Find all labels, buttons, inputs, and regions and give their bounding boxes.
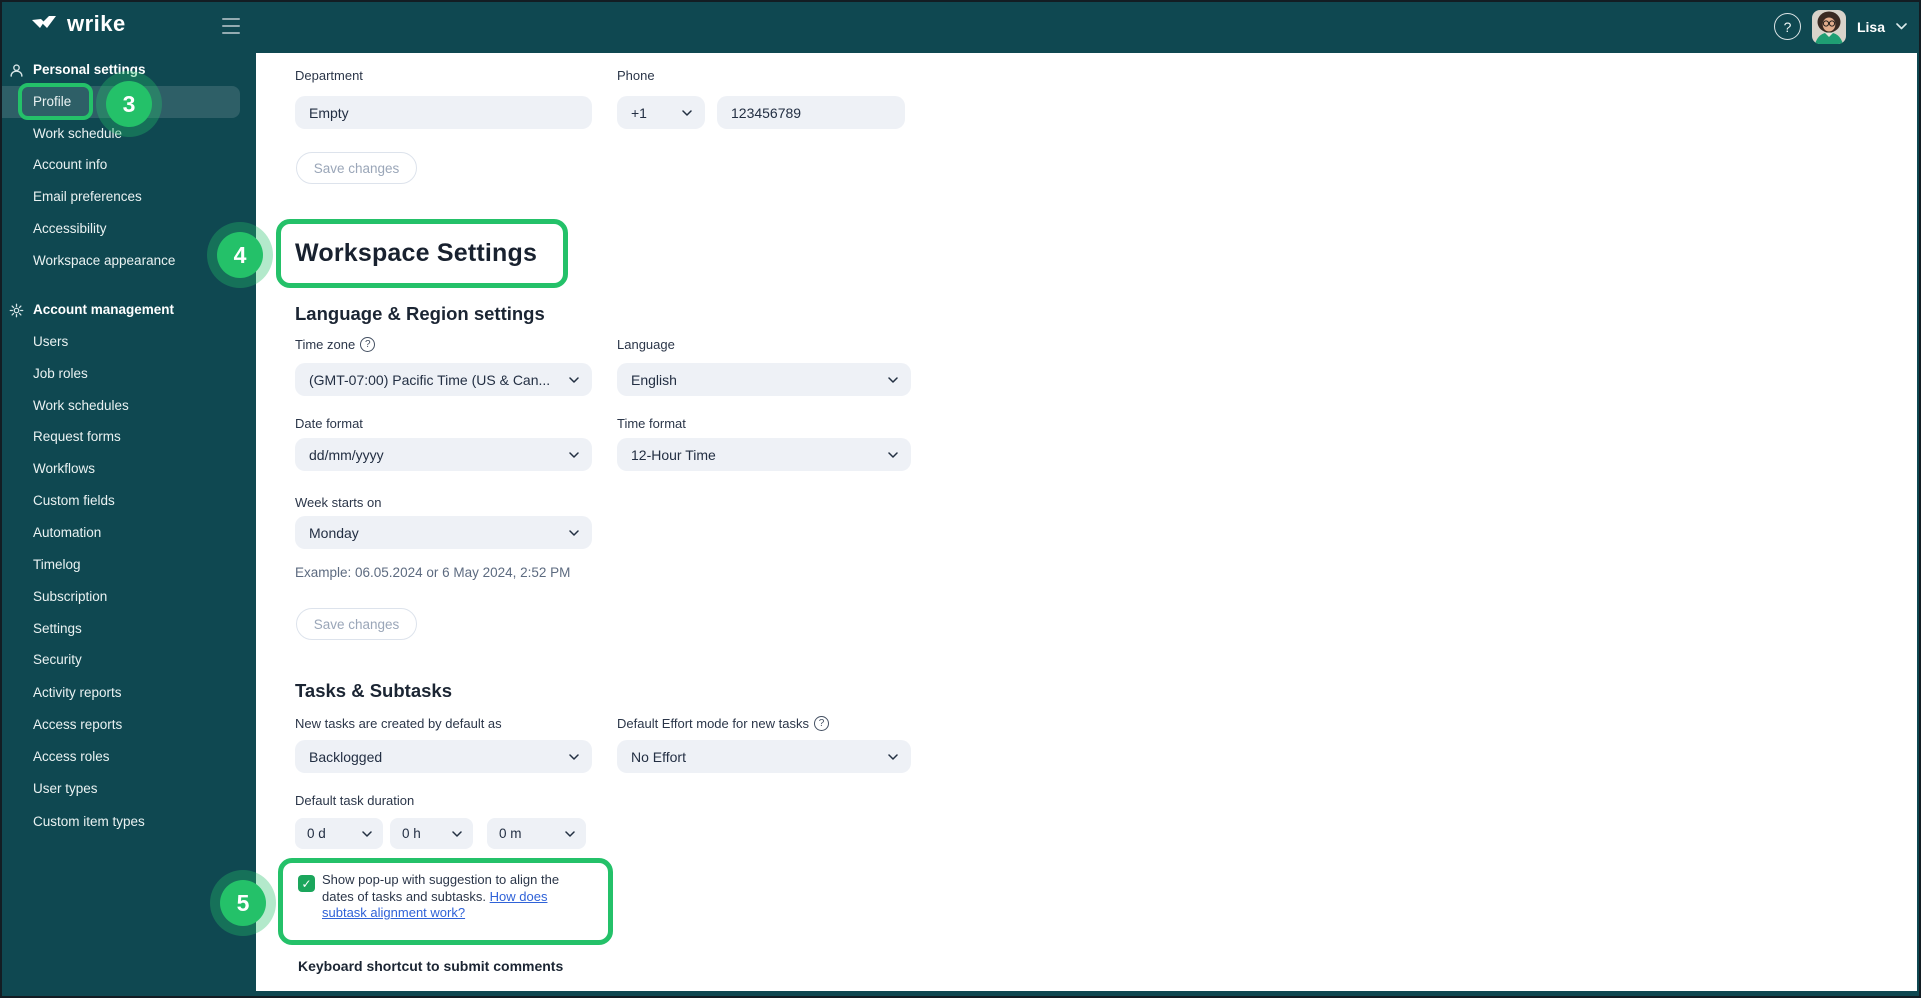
wrike-logo-icon [30,12,60,36]
chevron-down-icon [569,529,579,536]
department-input[interactable] [295,96,592,129]
keyboard-shortcut-label: Keyboard shortcut to submit comments [298,958,564,974]
user-menu-chevron-down-icon[interactable] [1896,23,1907,30]
chevron-down-icon [452,830,462,837]
popup-suggestion-checkbox[interactable]: ✓ [298,875,315,892]
sidebar-item-users[interactable]: Users [0,326,256,358]
week-starts-label: Week starts on [295,495,382,510]
user-name[interactable]: Lisa [1857,19,1885,35]
phone-code-select[interactable]: +1 [617,96,705,129]
profile-save-button[interactable]: Save changes [296,152,417,184]
sidebar-item-automation[interactable]: Automation [0,517,256,549]
language-label: Language [617,337,675,352]
chevron-down-icon [362,830,372,837]
tasks-subtasks-heading: Tasks & Subtasks [295,680,452,701]
department-label: Department [295,68,363,83]
chevron-down-icon [565,830,575,837]
sidebar-item-custom-fields[interactable]: Custom fields [0,485,256,517]
date-format-select[interactable]: dd/mm/yyyy [295,438,592,471]
chevron-down-icon [888,753,898,760]
chevron-down-icon [888,376,898,383]
sidebar-item-settings[interactable]: Settings [0,613,256,645]
sidebar-item-subscription[interactable]: Subscription [0,581,256,613]
sidebar-item-profile[interactable]: Profile [0,86,240,118]
duration-days-select[interactable]: 0 d [295,818,383,849]
sidebar-item-activity-reports[interactable]: Activity reports [0,677,256,709]
week-starts-select[interactable]: Monday [295,516,592,549]
duration-hours-select[interactable]: 0 h [390,818,473,849]
sidebar-item-workspace-appearance[interactable]: Workspace appearance [0,245,256,277]
person-icon [9,54,24,86]
new-tasks-label: New tasks are created by default as [295,716,502,731]
date-format-label: Date format [295,416,363,431]
main-content: Department Phone +1 Save changes Workspa… [256,53,1917,991]
chevron-down-icon [569,376,579,383]
chevron-down-icon [569,753,579,760]
sidebar-item-access-roles[interactable]: Access roles [0,741,256,773]
sidebar-item-security[interactable]: Security [0,644,256,676]
task-duration-label: Default task duration [295,793,415,808]
wrike-logo-text: wrike [67,11,126,36]
time-format-label: Time format [617,416,686,431]
sidebar-item-account-info[interactable]: Account info [0,149,256,181]
language-select[interactable]: English [617,363,911,396]
sidebar-item-job-roles[interactable]: Job roles [0,358,256,390]
sidebar-item-access-reports[interactable]: Access reports [0,709,256,741]
language-region-heading: Language & Region settings [295,303,545,324]
topbar: wrike ? Lisa [0,0,1921,53]
sidebar-item-work-schedules[interactable]: Work schedules [0,390,256,422]
hamburger-menu-icon[interactable] [222,18,242,34]
sidebar-item-workflows[interactable]: Workflows [0,453,256,485]
duration-minutes-select[interactable]: 0 m [487,818,586,849]
sidebar-item-timelog[interactable]: Timelog [0,549,256,581]
popup-suggestion-label: Show pop-up with suggestion to align the… [322,872,560,920]
sidebar-item-user-types[interactable]: User types [0,773,256,805]
date-example-text: Example: 06.05.2024 or 6 May 2024, 2:52 … [295,565,571,580]
gear-icon [9,294,24,326]
sidebar-item-email-preferences[interactable]: Email preferences [0,181,256,213]
effort-mode-help-icon[interactable]: ? [813,716,829,731]
wrike-logo[interactable]: wrike [30,11,126,37]
avatar[interactable] [1811,9,1846,44]
effort-mode-label: Default Effort mode for new tasks ? [617,716,829,731]
chevron-down-icon [888,451,898,458]
time-format-select[interactable]: 12-Hour Time [617,438,911,471]
new-tasks-select[interactable]: Backlogged [295,740,592,773]
sidebar-item-request-forms[interactable]: Request forms [0,421,256,453]
sidebar-section-account-management: Account management [0,294,256,326]
sidebar-item-work-schedule[interactable]: Work schedule [0,118,256,150]
chevron-down-icon [569,451,579,458]
phone-label: Phone [617,68,655,83]
app-window: wrike ? Lisa Personal settings Profile W… [0,0,1921,998]
phone-number-input[interactable] [717,96,905,129]
sidebar: Personal settings Profile Work schedule … [0,53,256,998]
checkmark-icon: ✓ [301,876,312,891]
effort-mode-select[interactable]: No Effort [617,740,911,773]
timezone-select[interactable]: (GMT-07:00) Pacific Time (US & Can... [295,363,592,396]
language-region-save-button[interactable]: Save changes [296,608,417,640]
timezone-label: Time zone ? [295,337,376,352]
sidebar-section-personal-settings: Personal settings [0,54,256,86]
chevron-down-icon [682,109,692,116]
sidebar-item-accessibility[interactable]: Accessibility [0,213,256,245]
help-icon[interactable]: ? [1773,13,1801,40]
workspace-settings-title: Workspace Settings [295,239,538,267]
timezone-help-icon[interactable]: ? [360,337,376,352]
sidebar-item-custom-item-types[interactable]: Custom item types [0,806,256,838]
